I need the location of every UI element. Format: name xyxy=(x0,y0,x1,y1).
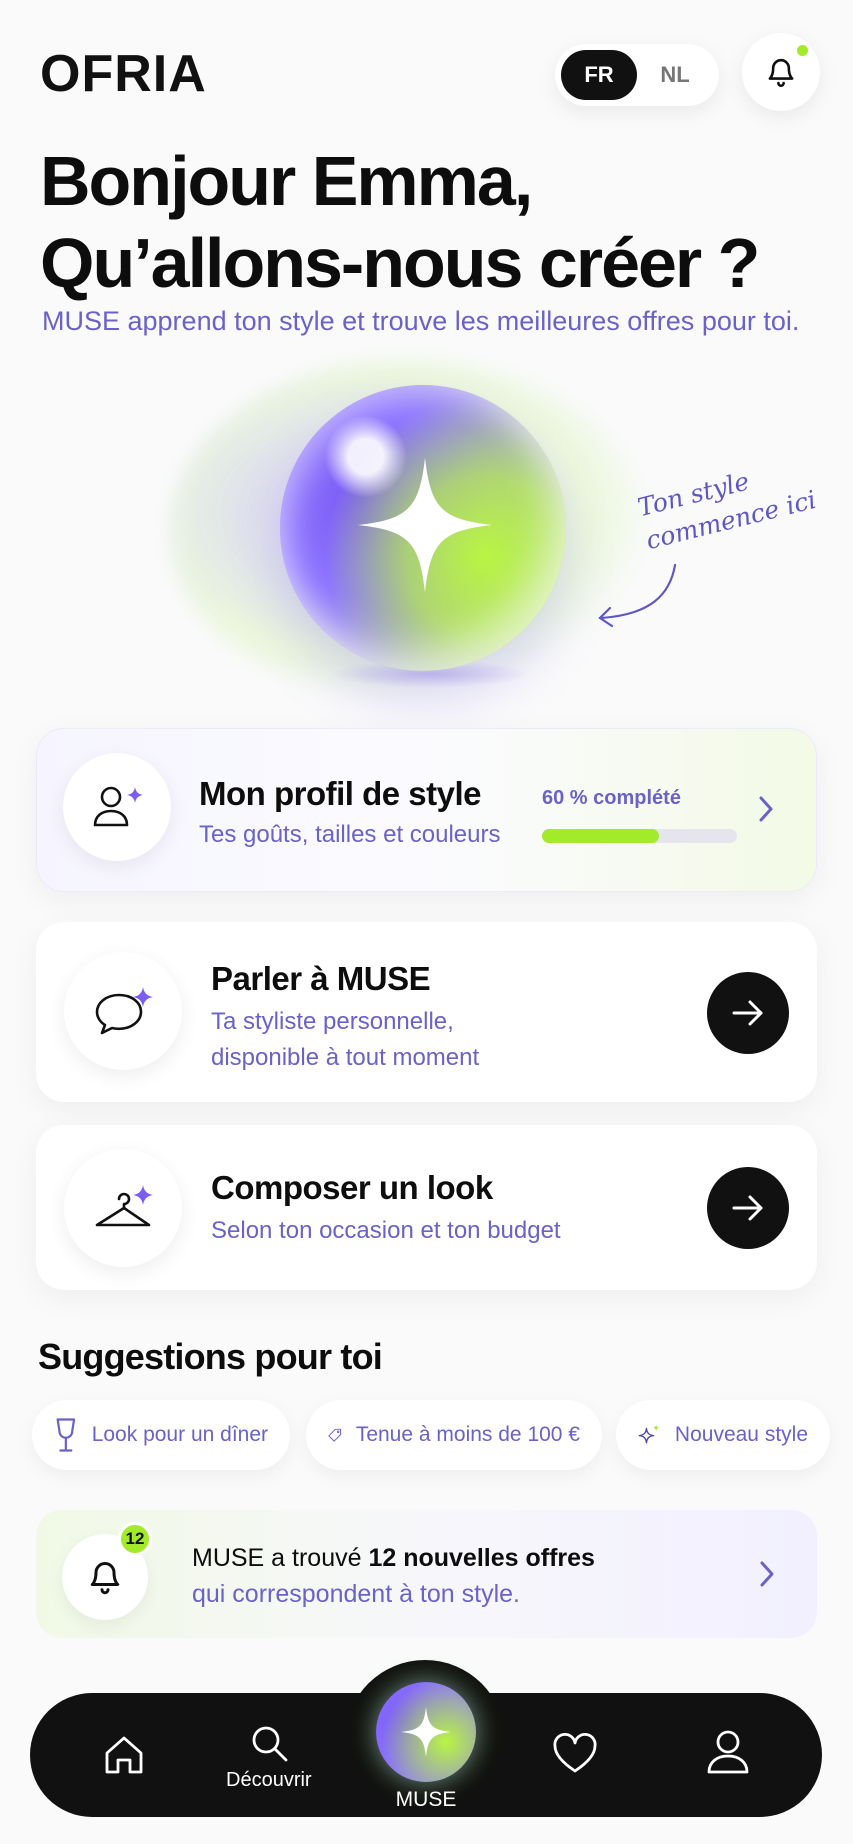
talk-card-title: Parler à MUSE xyxy=(211,960,431,997)
bell-icon xyxy=(90,1562,120,1595)
nav-discover-label: Découvrir xyxy=(226,1769,312,1791)
wine-glass-icon xyxy=(56,1418,76,1452)
lang-option-fr[interactable]: FR xyxy=(561,50,637,100)
look-card-subtitle: Selon ton occasion et ton budget xyxy=(211,1217,561,1244)
profile-icon-circle xyxy=(63,753,171,861)
language-toggle: FR NL xyxy=(555,44,719,106)
profile-progress-fill xyxy=(542,829,659,843)
offers-chevron-button[interactable] xyxy=(747,1554,787,1594)
lang-option-nl[interactable]: NL xyxy=(637,50,713,100)
talk-card-subtitle-1: Ta styliste personnelle, xyxy=(211,1008,454,1035)
profile-progress-bar xyxy=(542,829,737,843)
profile-card-title: Mon profil de style xyxy=(199,775,482,812)
nav-favorites[interactable] xyxy=(552,1733,598,1775)
nav-discover[interactable]: Découvrir xyxy=(226,1723,312,1792)
user-icon xyxy=(707,1730,749,1774)
chat-sparkle-icon xyxy=(95,987,153,1035)
handwritten-note: Ton style commence ici xyxy=(634,450,819,558)
chevron-right-icon xyxy=(759,796,773,822)
user-sparkle-icon xyxy=(93,786,143,827)
sparkle-icon xyxy=(401,1707,451,1757)
offers-banner[interactable]: 12 MUSE a trouvé 12 nouvelles offres qui… xyxy=(36,1510,817,1638)
chip-label: Tenue à moins de 100 € xyxy=(355,1423,580,1446)
search-icon xyxy=(252,1726,288,1762)
greeting-subtitle: MUSE apprend ton style et trouve les mei… xyxy=(42,306,800,336)
look-go-button[interactable] xyxy=(707,1167,789,1249)
nav-muse-label: MUSE xyxy=(395,1788,457,1811)
bell-icon xyxy=(768,59,794,87)
heart-icon xyxy=(553,1733,597,1773)
look-card-title: Composer un look xyxy=(211,1169,493,1206)
nav-profile[interactable] xyxy=(706,1729,750,1775)
talk-card-subtitle-2: disponible à tout moment xyxy=(211,1044,480,1071)
offers-text-line-2: qui correspondent à ton style. xyxy=(192,1580,520,1608)
arrow-right-icon xyxy=(732,1195,763,1221)
chevron-right-icon xyxy=(760,1561,774,1587)
app-logo: OFRIA xyxy=(40,45,207,103)
greeting-title: Bonjour Emma, Qu’allons-nous créer ? xyxy=(40,140,760,304)
hanger-sparkle-icon xyxy=(95,1185,153,1227)
offers-text-prefix: MUSE a trouvé xyxy=(192,1544,369,1572)
sparkle-icon xyxy=(357,457,493,593)
chip-label: Nouveau style xyxy=(674,1423,808,1446)
arrow-right-icon xyxy=(732,1000,763,1026)
home-icon xyxy=(105,1736,143,1774)
nav-muse-button[interactable] xyxy=(376,1682,476,1782)
profile-card-subtitle: Tes goûts, tailles et couleurs xyxy=(199,821,501,848)
compose-look-card[interactable]: Composer un look Selon ton occasion et t… xyxy=(36,1125,817,1290)
notification-dot xyxy=(795,43,810,58)
profile-progress-label: 60 % complété xyxy=(542,787,681,809)
profile-chevron-button[interactable] xyxy=(746,789,786,829)
suggestion-chip-dinner[interactable]: Look pour un dîner xyxy=(32,1400,290,1470)
suggestions-title: Suggestions pour toi xyxy=(38,1336,383,1377)
suggestion-chip-budget[interactable]: Tenue à moins de 100 € xyxy=(306,1400,602,1470)
price-tag-icon xyxy=(328,1428,342,1442)
hanger-icon-circle xyxy=(64,1149,182,1267)
chat-icon-circle xyxy=(64,952,182,1070)
sparkles-icon xyxy=(638,1424,660,1444)
offers-count-badge: 12 xyxy=(118,1522,152,1556)
notifications-button[interactable] xyxy=(742,33,820,111)
talk-go-button[interactable] xyxy=(707,972,789,1054)
greeting-line-2: Qu’allons-nous créer ? xyxy=(40,224,760,302)
chip-label: Look pour un dîner xyxy=(91,1423,268,1446)
offers-text-line-1: MUSE a trouvé 12 nouvelles offres xyxy=(192,1544,595,1573)
nav-home[interactable] xyxy=(102,1733,146,1777)
style-profile-card[interactable]: Mon profil de style Tes goûts, tailles e… xyxy=(36,728,817,892)
curved-arrow-icon xyxy=(598,563,677,628)
talk-to-muse-card[interactable]: Parler à MUSE Ta styliste personnelle, d… xyxy=(36,922,817,1102)
offers-text-bold: 12 nouvelles offres xyxy=(368,1544,595,1572)
greeting-line-1: Bonjour Emma, xyxy=(40,142,533,220)
suggestion-chip-new-style[interactable]: Nouveau style xyxy=(616,1400,830,1470)
